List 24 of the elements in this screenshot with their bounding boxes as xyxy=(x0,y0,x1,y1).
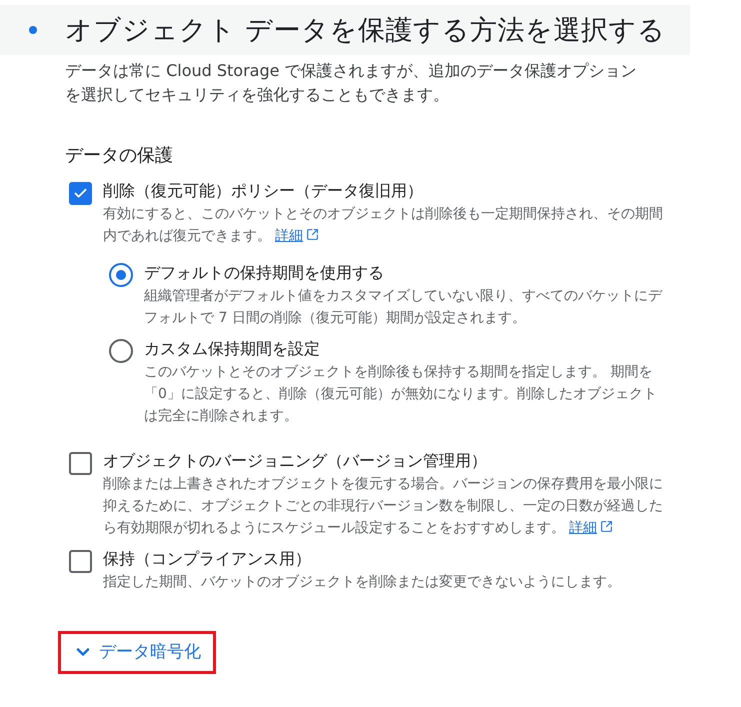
option-description: 組織管理者がデフォルト値をカスタマイズしていない限り、すべてのバケットにデフォルトで 7 日間の削除（復元可能）期間が設定されます。 xyxy=(144,287,664,328)
option-description: このバケットとそのオブジェクトを削除後も保持する期間を指定します。 期間を「0」に設定すると、削除（復元可能）が無効になります。削除したオブジェクトは完全に削除されます。 xyxy=(144,363,658,426)
option-label: 削除（復元可能）ポリシー（データ復旧用） xyxy=(103,180,424,202)
checkbox[interactable] xyxy=(69,550,92,573)
radio-button[interactable] xyxy=(109,339,133,363)
checkbox[interactable] xyxy=(69,452,92,475)
bullet-icon xyxy=(29,26,37,34)
expand-button[interactable]: データ暗号化 xyxy=(58,631,216,674)
section-title: オブジェクト データを保護する方法を選択する xyxy=(65,14,666,48)
radio-button[interactable] xyxy=(109,263,133,287)
option-label: 保持（コンプライアンス用） xyxy=(103,548,312,570)
option-label: オブジェクトのバージョニング（バージョン管理用） xyxy=(103,450,488,472)
subsection-title: データの保護 xyxy=(65,144,174,167)
option-description: 指定した期間、バケットのオブジェクトを削除または変更できないようにします。 xyxy=(103,573,622,592)
checkbox[interactable] xyxy=(69,182,92,205)
option-label: デフォルトの保持期間を使用する xyxy=(144,262,385,284)
details-link[interactable]: 詳細 xyxy=(569,520,613,536)
details-link[interactable]: 詳細 xyxy=(275,228,319,244)
external-link-icon xyxy=(306,228,319,241)
option-description: 有効にすると、このバケットとそのオブジェクトは削除後も一定期間保持され、その期間内であれば復元できます。 詳細 xyxy=(103,205,664,246)
external-link-icon xyxy=(600,520,613,533)
option-label: カスタム保持期間を設定 xyxy=(144,338,321,360)
section-description: データは常に Cloud Storage で保護されますが、追加のデータ保護オプションを選択してセキュリティを強化することもできます。 xyxy=(65,60,638,106)
option-description: 削除または上書きされたオブジェクトを復元する場合。バージョンの保存費用を最小限に抑えるために、オブジェクトごとの非現行バージョン数を制限し、一定の日数が経過したら有効期限が切れるようにスケジュール設定することをおすすめします。 詳細 xyxy=(103,475,664,538)
